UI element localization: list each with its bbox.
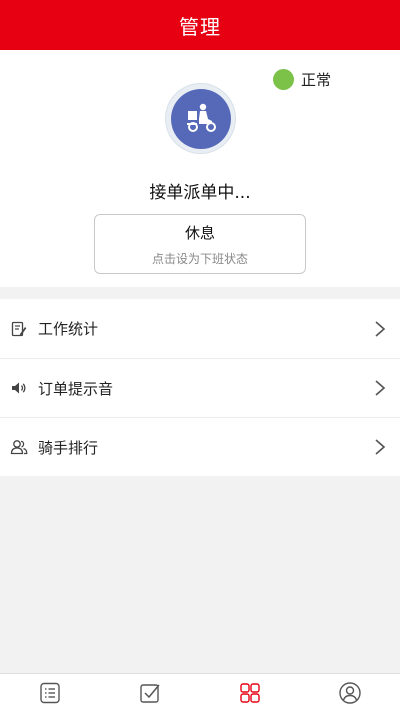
menu-item-label: 骑手排行: [38, 438, 99, 457]
menu-item-label: 订单提示音: [38, 379, 114, 398]
speaker-icon: [10, 379, 28, 397]
rest-button[interactable]: 休息 点击设为下班状态: [94, 214, 306, 274]
chevron-right-icon: [375, 439, 386, 455]
avatar: [166, 84, 235, 153]
status-panel: 正常 接单派单中... 休息 点击设为下班状态: [0, 50, 400, 287]
page-title: 管理: [179, 14, 221, 39]
edit-document-icon: [10, 320, 28, 338]
app-header: 管理: [0, 0, 400, 50]
bottom-tab-bar: [0, 673, 400, 710]
status-dot-icon: [273, 69, 294, 90]
chevron-right-icon: [375, 380, 386, 396]
menu-item-order-sound[interactable]: 订单提示音: [0, 358, 400, 417]
tab-profile[interactable]: [300, 674, 400, 710]
menu-list: 工作统计 订单提示音 骑手排行: [0, 299, 400, 476]
tab-manage[interactable]: [200, 674, 300, 710]
grid-icon: [240, 683, 260, 703]
rest-button-subtitle: 点击设为下班状态: [151, 251, 248, 266]
delivery-rider-icon: [170, 88, 231, 149]
chevron-right-icon: [375, 320, 386, 337]
check-box-icon: [140, 684, 160, 703]
list-icon: [40, 682, 60, 704]
status-indicator: 正常: [273, 69, 331, 90]
status-label: 正常: [301, 71, 332, 89]
tab-tasks[interactable]: [100, 674, 200, 710]
menu-item-work-stats[interactable]: 工作统计: [0, 299, 400, 358]
users-icon: [10, 438, 28, 456]
tab-orders[interactable]: [0, 674, 100, 710]
work-state-text: 接单派单中...: [149, 183, 251, 203]
menu-item-label: 工作统计: [38, 320, 99, 338]
menu-item-rider-ranking[interactable]: 骑手排行: [0, 417, 400, 476]
rest-button-title: 休息: [184, 223, 215, 242]
user-icon: [339, 682, 361, 704]
